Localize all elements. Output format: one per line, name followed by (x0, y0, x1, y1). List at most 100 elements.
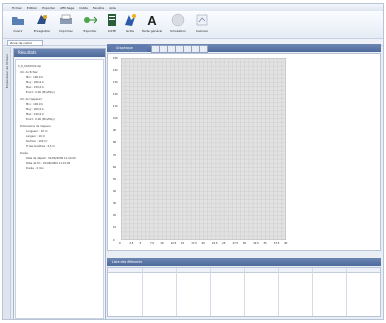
menu-outils[interactable]: Outils (79, 6, 88, 10)
y-tick-label: 30 (113, 202, 117, 206)
tree-item: Max : 150,0 b (26, 86, 44, 89)
grid-icon (123, 13, 137, 27)
tree-item: H des fenêtres : 2,5 m (26, 145, 55, 148)
x-tick-label: 7.5 (149, 242, 155, 245)
x-tick-label: 30 (242, 242, 247, 245)
results-tree: C_6_XXXXXXX.zip Vol. du fichier Min : 10… (15, 59, 104, 319)
x-tick-label: 17.5 (191, 242, 197, 245)
grid-button[interactable]: Grille (119, 13, 141, 37)
text-icon: A (147, 12, 157, 28)
tree-item[interactable]: Dimensions de l'espace (20, 125, 51, 128)
menu-aide[interactable]: Aide (109, 6, 116, 10)
list-icon (105, 13, 119, 27)
calculate-button-label: Calculer (195, 29, 209, 33)
list-panel-header (107, 258, 381, 266)
tree-item: Date de départ : 01/06/2009 11:10:00 (26, 157, 76, 160)
tree-item[interactable]: Durée (20, 152, 28, 155)
tree-item: Surface : 100 m² (26, 140, 48, 143)
print-button[interactable]: Imprimer (55, 13, 77, 37)
x-tick-label: 15 (180, 242, 185, 245)
list-column-separator (176, 268, 177, 316)
tree-item: Largeur : 10 m (26, 135, 46, 138)
x-tick-label: 25 (222, 242, 226, 245)
list-column-separator (312, 268, 313, 316)
export-button[interactable]: Exporter (79, 13, 101, 37)
save-button[interactable]: Enregistrer (31, 13, 53, 37)
tab-zone-de-calcul[interactable]: Zone de calcul (7, 40, 43, 46)
list-column-separator (142, 268, 143, 316)
menu-affichage[interactable]: Affichage (60, 6, 74, 10)
folder-icon (11, 13, 25, 27)
export-icon (83, 13, 97, 27)
y-tick-label: 150 (113, 56, 118, 60)
y-tick-label: 120 (113, 92, 118, 96)
list-column-separator (346, 268, 347, 316)
tree-item: Moy : 200,0 b (26, 108, 44, 111)
vertical-sidebar-label[interactable]: Explorateur de fichiers (5, 54, 9, 88)
y-tick-label: 80 (113, 141, 117, 145)
menu-edition[interactable]: Edition (27, 6, 37, 10)
y-tick-label: 130 (113, 80, 118, 84)
list-column-separator (244, 268, 245, 316)
y-tick-label: 60 (113, 165, 117, 169)
tree-item[interactable]: Vol. de l'appareil (20, 98, 42, 101)
y-tick-label: 40 (113, 189, 117, 193)
graph-tool-button[interactable] (199, 45, 208, 53)
text-button-label: Texte général (141, 29, 163, 33)
y-tick-label: 140 (113, 68, 118, 72)
simulation-button[interactable]: Simulation (167, 13, 189, 37)
list-column-separator (210, 268, 211, 316)
print-button-label: Imprimer (59, 29, 73, 33)
calculate-button[interactable]: Calculer (191, 13, 213, 37)
tab-graphique[interactable]: Graphique (111, 45, 147, 52)
tree-item[interactable]: Vol. du fichier (20, 71, 38, 74)
x-tick-label: 10 (160, 242, 164, 245)
save-icon (35, 13, 49, 27)
y-tick-label: 100 (113, 117, 118, 121)
tree-item[interactable]: C_6_XXXXXXX.zip (18, 65, 41, 68)
x-tick-label: 27.5 (232, 242, 239, 245)
open-button-label: Ouvrir (13, 29, 23, 33)
export-button-label: Exporter (83, 29, 97, 33)
tree-item: Min : 100,0 b (26, 103, 44, 106)
graph-grid[interactable] (121, 58, 286, 240)
y-tick-label: 90 (113, 129, 117, 133)
tree-item: Min : 100,0 b (26, 76, 44, 79)
open-button[interactable]: Ouvrir (7, 13, 29, 37)
x-tick-label: 20 (201, 242, 205, 245)
tree-item: Ecart : 0,00 (Min/Moy) (26, 118, 55, 121)
x-tick-label: 40 (284, 242, 288, 245)
results-panel-title: Résultats (14, 49, 105, 57)
list-panel-title: Liste des éléments (112, 260, 143, 264)
menu-fichier[interactable]: Fichier (12, 6, 22, 10)
simulation-icon (171, 13, 185, 27)
x-tick-label: 12.5 (170, 242, 177, 245)
y-tick-label: 20 (113, 214, 117, 218)
text-button[interactable]: A Texte général (141, 13, 163, 37)
graph-panel-header (107, 44, 381, 52)
tree-item: Durée : 4 min (26, 167, 44, 170)
list-button-label: LISTE (107, 29, 117, 33)
save-button-label: Enregistrer (33, 29, 51, 33)
toolbar: Ouvrir Enregistrer Imprimer Exporter LIS… (3, 11, 383, 39)
tree-item: Max : 150,0 b (26, 113, 44, 116)
results-panel: Résultats C_6_XXXXXXX.zip Vol. du fichie… (13, 48, 106, 319)
tree-item: Longueur : 10 m (26, 130, 48, 133)
calculator-icon (195, 13, 209, 27)
list-column-separator (278, 268, 279, 316)
x-tick-label: 32.5 (253, 242, 259, 245)
y-tick-label: 70 (113, 153, 117, 157)
grid-button-label: Grille (126, 29, 134, 33)
menu-fenetre[interactable]: Fenêtre (93, 6, 104, 10)
x-tick-label: 5 (139, 242, 142, 245)
tree-item: Ecart : 0,00 (Min/Moy) (26, 91, 55, 94)
simulation-button-label: Simulation (170, 29, 186, 33)
menu-bar: Fichier Edition Exporter Affichage Outil… (3, 4, 116, 11)
y-tick-label: 110 (113, 105, 118, 109)
menu-exporter[interactable]: Exporter (42, 6, 55, 10)
y-tick-label: 10 (113, 226, 117, 230)
y-tick-label: 50 (113, 177, 117, 181)
tree-item: Moy : 200,0 b (26, 81, 44, 84)
x-tick-label: 35 (263, 242, 267, 245)
y-tick-label: 0 (113, 238, 115, 242)
